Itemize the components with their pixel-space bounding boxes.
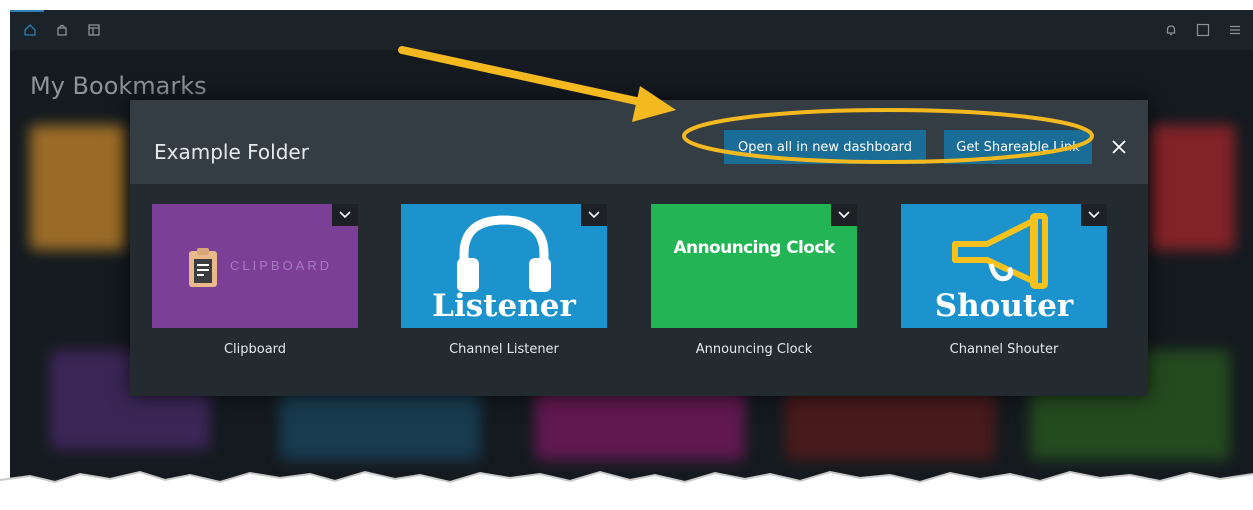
card-label[interactable]: Announcing Clock (651, 342, 857, 357)
folder-modal: Example Folder Open all in new dashboard… (130, 100, 1148, 396)
home-icon[interactable] (16, 16, 44, 44)
top-nav-bar (10, 10, 1253, 50)
thumbnail-text: CLIPBOARD (230, 258, 333, 273)
close-icon[interactable] (1108, 136, 1130, 158)
torn-edge-decoration (0, 470, 1253, 510)
card-label[interactable]: Channel Listener (401, 342, 607, 357)
active-tab-indicator (10, 10, 44, 12)
card-label[interactable]: Clipboard (152, 342, 358, 357)
card-menu-chevron-down-icon[interactable] (332, 204, 358, 226)
card-menu-chevron-down-icon[interactable] (1081, 204, 1107, 226)
card-label[interactable]: Channel Shouter (901, 342, 1107, 357)
card-thumbnail[interactable]: Announcing Clock (651, 204, 857, 328)
shopping-bag-icon[interactable] (48, 16, 76, 44)
thumbnail-text: Listener (432, 288, 576, 324)
bookmark-card-channel-shouter[interactable]: Shouter Channel Shouter (901, 204, 1107, 357)
background-tile (30, 125, 126, 250)
megaphone-icon (952, 213, 1048, 289)
bookmark-card-announcing-clock[interactable]: Announcing Clock Announcing Clock (651, 204, 857, 357)
bookmark-card-clipboard[interactable]: CLIPBOARD Clipboard (152, 204, 358, 357)
modal-title: Example Folder (154, 140, 309, 164)
thumbnail-text: Announcing Clock (673, 238, 835, 258)
bell-icon[interactable] (1157, 16, 1185, 44)
dashboard-layout-icon[interactable] (80, 16, 108, 44)
app-window: My Bookmarks Example Folder Open all in … (10, 10, 1253, 490)
help-icon[interactable] (1189, 16, 1217, 44)
clipboard-icon (189, 248, 217, 287)
open-all-in-new-dashboard-button[interactable]: Open all in new dashboard (724, 130, 926, 164)
card-thumbnail[interactable]: Listener (401, 204, 607, 328)
hamburger-menu-icon[interactable] (1221, 16, 1249, 44)
bookmark-card-channel-listener[interactable]: Listener Channel Listener (401, 204, 607, 357)
background-tile (1150, 125, 1235, 250)
card-thumbnail[interactable]: Shouter (901, 204, 1107, 328)
headphones-icon (457, 215, 551, 292)
card-menu-chevron-down-icon[interactable] (581, 204, 607, 226)
thumbnail-text: Shouter (934, 288, 1074, 324)
page-title: My Bookmarks (30, 72, 207, 100)
get-shareable-link-button[interactable]: Get Shareable Link (944, 130, 1092, 164)
modal-header: Example Folder Open all in new dashboard… (130, 100, 1148, 184)
card-thumbnail[interactable]: CLIPBOARD (152, 204, 358, 328)
card-menu-chevron-down-icon[interactable] (831, 204, 857, 226)
